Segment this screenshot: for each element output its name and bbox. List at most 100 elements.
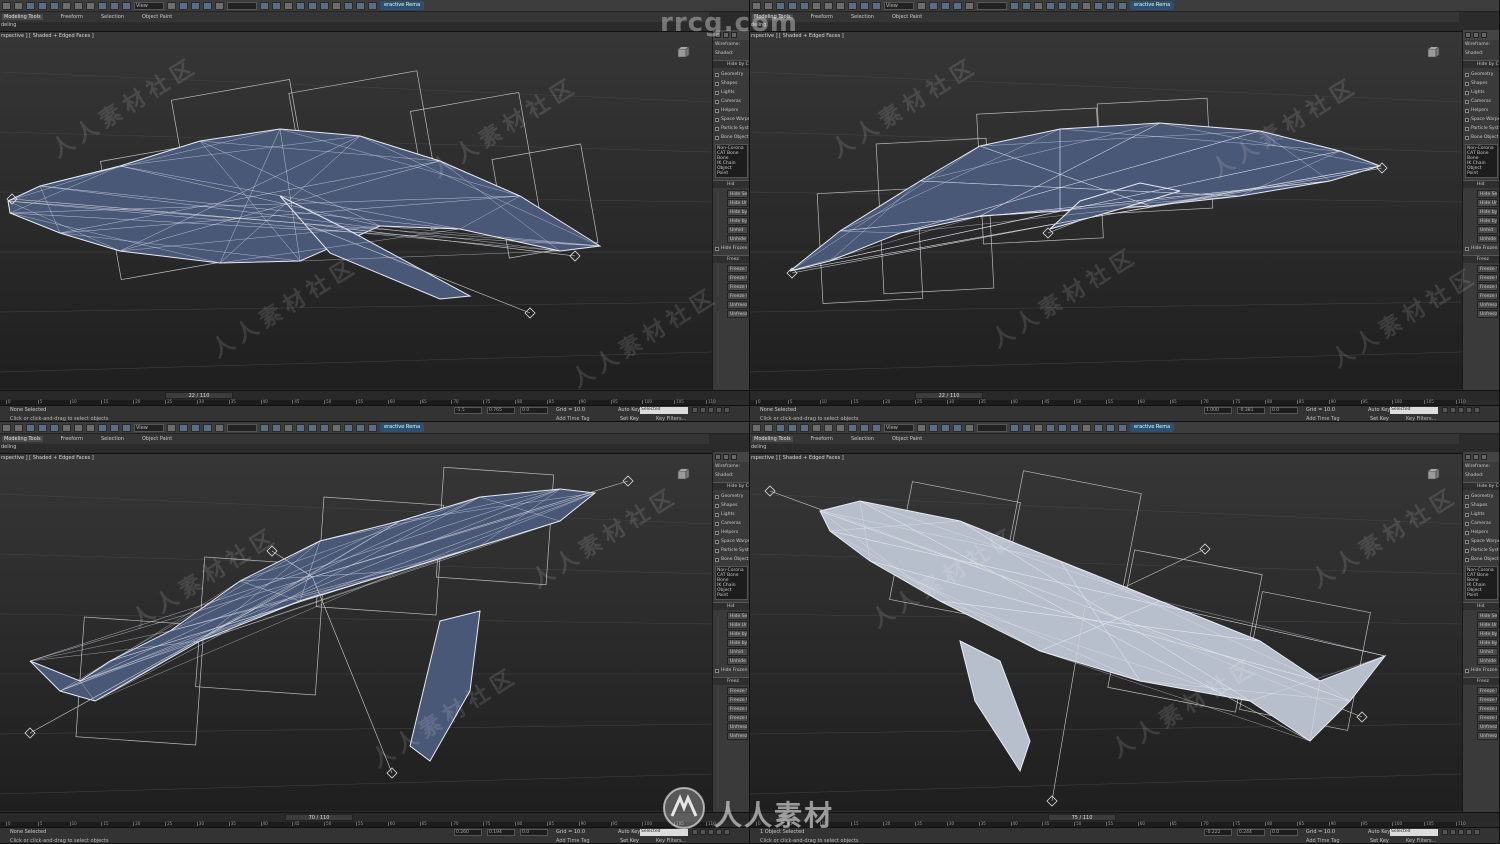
category-checkbox[interactable]: [1465, 530, 1469, 535]
auto-key-button[interactable]: Auto Key: [618, 829, 640, 835]
category-row[interactable]: Bone Object: [1463, 133, 1499, 142]
rotate-icon[interactable]: [110, 1, 119, 10]
curve-editor-icon[interactable]: [308, 423, 317, 432]
play-icon[interactable]: [1458, 407, 1464, 413]
redo-icon[interactable]: [14, 423, 23, 432]
category-row[interactable]: Space Warps: [1463, 537, 1499, 546]
category-row[interactable]: Helpers: [1463, 106, 1499, 115]
window-crossing-icon[interactable]: [836, 423, 845, 432]
hide-button[interactable]: Hide by H: [727, 217, 748, 225]
named-selection-dropdown[interactable]: [977, 1, 1007, 10]
freeze-button[interactable]: Unfreeze b: [727, 732, 748, 740]
hide-button[interactable]: Unhid: [1477, 648, 1498, 656]
select-by-name-icon[interactable]: [812, 1, 821, 10]
layer-icon[interactable]: [1034, 423, 1043, 432]
select-object-icon[interactable]: [50, 1, 59, 10]
y-coordinate-field[interactable]: 0.244: [1237, 829, 1265, 836]
x-coordinate-field[interactable]: 1.000: [1204, 407, 1232, 414]
category-checkbox[interactable]: [715, 494, 719, 499]
percent-snap-icon[interactable]: [203, 423, 212, 432]
category-row[interactable]: Helpers: [713, 528, 749, 537]
hierarchy-tab-icon[interactable]: [1481, 32, 1487, 38]
go-to-end-icon[interactable]: [1474, 407, 1480, 413]
rectangular-selection-icon[interactable]: [824, 1, 833, 10]
reference-coordinate-dropdown[interactable]: View: [884, 423, 914, 432]
key-filters-button[interactable]: Key Filters...: [656, 838, 686, 843]
snap-icon[interactable]: [929, 1, 938, 10]
category-row[interactable]: Cameras: [1463, 519, 1499, 528]
tab-freeform[interactable]: Freeform: [811, 14, 833, 20]
reference-coordinate-dropdown[interactable]: View: [134, 423, 164, 432]
render-frame-icon[interactable]: [356, 1, 365, 10]
mirror-icon[interactable]: [260, 1, 269, 10]
category-listbox[interactable]: Non-Corona CAT Bone Bone IK Chain Object Poi…: [715, 566, 748, 600]
hide-frozen-checkbox[interactable]: [1465, 246, 1469, 251]
category-checkbox[interactable]: [715, 548, 719, 553]
rectangular-selection-icon[interactable]: [74, 1, 83, 10]
set-key-button[interactable]: Set Key: [620, 838, 639, 843]
y-coordinate-field[interactable]: -0.381: [1237, 407, 1265, 414]
freeze-button[interactable]: Unfreez: [1477, 723, 1498, 731]
modify-tab-icon[interactable]: [723, 454, 729, 460]
tab-selection[interactable]: Selection: [851, 436, 874, 442]
curve-editor-icon[interactable]: [1058, 423, 1067, 432]
freeze-button[interactable]: Unfreez: [727, 723, 748, 731]
key-selection-dropdown[interactable]: Selected: [1390, 407, 1438, 414]
key-filters-button[interactable]: Key Filters...: [1406, 838, 1436, 843]
go-to-end-icon[interactable]: [724, 407, 730, 413]
render-icon[interactable]: [368, 423, 377, 432]
render-setup-icon[interactable]: [1094, 1, 1103, 10]
viewport-label[interactable]: rspective ] [ Shaded + Edged Faces ]: [1, 455, 94, 461]
hide-frozen-row[interactable]: Hide Frozen: [1463, 666, 1499, 675]
auto-key-button[interactable]: Auto Key: [618, 407, 640, 413]
category-checkbox[interactable]: [1465, 90, 1469, 95]
hide-button[interactable]: Hide by N: [727, 208, 748, 216]
hide-button[interactable]: Hide Sel: [727, 190, 748, 198]
category-checkbox[interactable]: [715, 117, 719, 122]
freeze-rollout[interactable]: Freez: [1463, 677, 1499, 685]
y-coordinate-field[interactable]: 0.765: [487, 407, 515, 414]
render-setup-icon[interactable]: [1094, 423, 1103, 432]
curve-editor-icon[interactable]: [308, 1, 317, 10]
play-icon[interactable]: [708, 407, 714, 413]
unlink-icon[interactable]: [788, 423, 797, 432]
category-row[interactable]: Particle Syst: [1463, 124, 1499, 133]
tab-modeling-tools[interactable]: Modeling Tools: [2, 14, 43, 20]
scene-explorer-icon[interactable]: [1046, 423, 1055, 432]
hide-button[interactable]: Unhid: [727, 648, 748, 656]
freeze-button[interactable]: Freeze b: [1477, 292, 1498, 300]
mirror-icon[interactable]: [1010, 1, 1019, 10]
freeze-button[interactable]: Unfreeze b: [727, 310, 748, 318]
schematic-view-icon[interactable]: [1070, 423, 1079, 432]
perspective-viewport[interactable]: rspective ] [ Shaded + Edged Faces ]: [0, 453, 712, 811]
schematic-view-icon[interactable]: [320, 1, 329, 10]
mirror-icon[interactable]: [260, 423, 269, 432]
frame-counter[interactable]: 22 / 110: [915, 392, 983, 399]
hide-button[interactable]: Hide by N: [727, 630, 748, 638]
listbox-item[interactable]: Point: [717, 171, 746, 176]
hide-button[interactable]: Unhide by: [727, 235, 748, 243]
curve-editor-icon[interactable]: [1058, 1, 1067, 10]
tab-modeling-tools[interactable]: Modeling Tools: [2, 436, 43, 442]
freeze-rollout[interactable]: Freez: [1463, 255, 1499, 263]
link-icon[interactable]: [26, 423, 35, 432]
category-checkbox[interactable]: [715, 81, 719, 86]
align-icon[interactable]: [1022, 1, 1031, 10]
link-icon[interactable]: [776, 423, 785, 432]
spinner-snap-icon[interactable]: [215, 423, 224, 432]
render-icon[interactable]: [368, 1, 377, 10]
render-frame-icon[interactable]: [1106, 1, 1115, 10]
hide-button[interactable]: Hide by N: [1477, 208, 1498, 216]
category-checkbox[interactable]: [1465, 557, 1469, 562]
go-to-start-icon[interactable]: [1442, 407, 1448, 413]
y-coordinate-field[interactable]: 0.194: [487, 829, 515, 836]
interactive-render-button[interactable]: eractive Rema: [380, 423, 425, 432]
pivot-icon[interactable]: [917, 1, 926, 10]
tab-selection[interactable]: Selection: [851, 14, 874, 20]
category-checkbox[interactable]: [1465, 548, 1469, 553]
category-checkbox[interactable]: [715, 557, 719, 562]
interactive-render-button[interactable]: eractive Rema: [380, 1, 425, 10]
category-row[interactable]: Cameras: [713, 97, 749, 106]
rotate-icon[interactable]: [110, 423, 119, 432]
time-slider[interactable]: 70 / 110: [0, 812, 749, 822]
